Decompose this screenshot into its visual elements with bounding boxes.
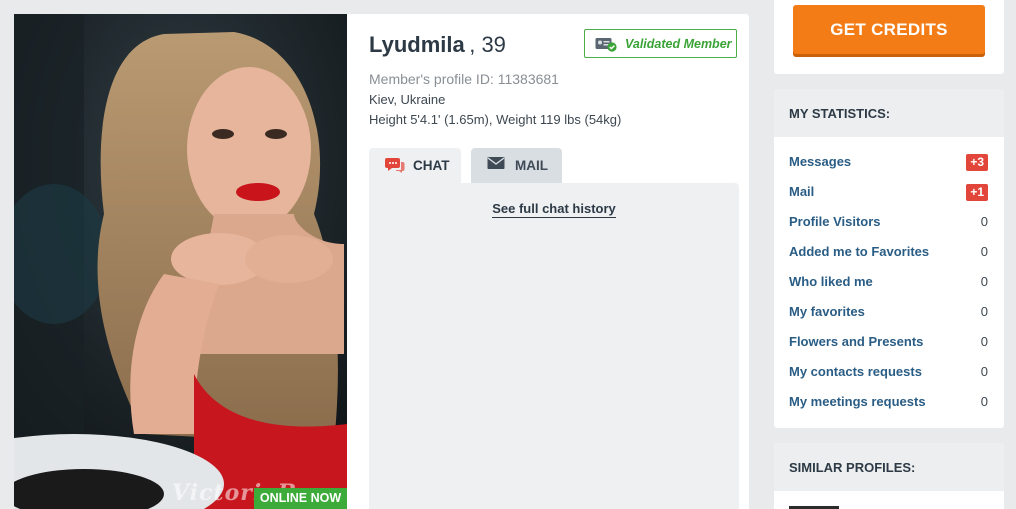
stat-row-mail[interactable]: Mail +1 <box>789 182 988 204</box>
chat-bubbles-icon <box>385 156 405 179</box>
tab-chat[interactable]: CHAT <box>369 148 461 183</box>
stat-count-badge: +1 <box>966 184 988 201</box>
stat-label[interactable]: My meetings requests <box>789 394 926 409</box>
portrait-illustration <box>14 14 347 509</box>
stat-count: 0 <box>980 364 988 379</box>
envelope-icon <box>487 156 505 175</box>
stat-label[interactable]: My contacts requests <box>789 364 922 379</box>
stat-row-flowers-presents[interactable]: Flowers and Presents 0 <box>789 332 988 354</box>
my-statistics-card: MY STATISTICS: Messages +3 Mail +1 Profi… <box>774 89 1004 428</box>
stat-label[interactable]: Added me to Favorites <box>789 244 929 259</box>
profile-name: Lyudmila <box>369 32 465 57</box>
stat-row-my-favorites[interactable]: My favorites 0 <box>789 302 988 324</box>
stat-row-profile-visitors[interactable]: Profile Visitors 0 <box>789 212 988 234</box>
stat-label[interactable]: Flowers and Presents <box>789 334 923 349</box>
tab-chat-label: CHAT <box>413 158 450 173</box>
stat-count-badge: +3 <box>966 154 988 171</box>
profile-card: VictoriaBr ONLINE NOW Lyudmila , 39 Vali… <box>14 14 749 509</box>
similar-profiles-card: SIMILAR PROFILES: <box>774 443 1004 509</box>
stat-label[interactable]: Mail <box>789 184 814 199</box>
profile-location: Kiev, Ukraine <box>369 92 446 107</box>
validated-label: Validated Member <box>625 37 732 51</box>
tab-mail[interactable]: MAIL <box>471 148 562 183</box>
credits-card: GET CREDITS <box>774 0 1004 74</box>
get-credits-button[interactable]: GET CREDITS <box>793 5 985 54</box>
stat-count: 0 <box>980 244 988 259</box>
stat-count: 0 <box>980 214 988 229</box>
stat-row-contacts-requests[interactable]: My contacts requests 0 <box>789 362 988 384</box>
stat-row-messages[interactable]: Messages +3 <box>789 152 988 174</box>
validated-member-badge: Validated Member <box>584 29 737 58</box>
online-now-badge: ONLINE NOW <box>254 488 347 509</box>
stat-count: 0 <box>980 334 988 349</box>
stat-row-added-to-favorites[interactable]: Added me to Favorites 0 <box>789 242 988 264</box>
my-statistics-title: MY STATISTICS: <box>774 89 1004 137</box>
tab-mail-label: MAIL <box>515 158 548 173</box>
stat-label[interactable]: Who liked me <box>789 274 873 289</box>
name-age-heading: Lyudmila , 39 <box>369 32 506 58</box>
stat-label[interactable]: My favorites <box>789 304 865 319</box>
stat-count: 0 <box>980 394 988 409</box>
chat-panel: See full chat history <box>369 183 739 509</box>
stat-label[interactable]: Messages <box>789 154 851 169</box>
profile-id: Member's profile ID: 11383681 <box>369 71 559 87</box>
stat-row-who-liked-me[interactable]: Who liked me 0 <box>789 272 988 294</box>
stat-count: 0 <box>980 274 988 289</box>
stat-count: 0 <box>980 304 988 319</box>
profile-photo[interactable]: VictoriaBr ONLINE NOW <box>14 14 347 509</box>
id-card-check-icon <box>595 37 617 57</box>
stat-label[interactable]: Profile Visitors <box>789 214 881 229</box>
see-full-chat-history-link[interactable]: See full chat history <box>492 201 616 218</box>
profile-age: , 39 <box>469 32 506 57</box>
stat-row-meetings-requests[interactable]: My meetings requests 0 <box>789 392 988 414</box>
similar-profiles-title: SIMILAR PROFILES: <box>774 443 1004 491</box>
profile-height-weight: Height 5'4.1' (1.65m), Weight 119 lbs (5… <box>369 112 622 127</box>
